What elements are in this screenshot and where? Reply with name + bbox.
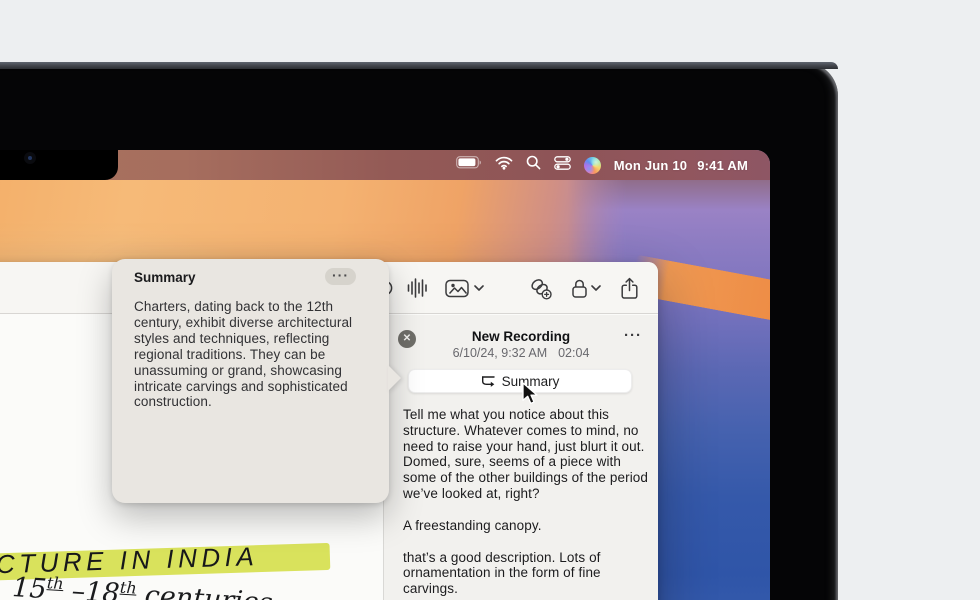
- lock-chevron-down-icon[interactable]: [591, 262, 601, 314]
- lock-button[interactable]: [571, 262, 588, 314]
- macbook-lid-edge: [0, 62, 838, 69]
- recording-title: New Recording: [384, 329, 658, 344]
- recording-panel: ✕ New Recording ··· 6/10/24, 9:32 AM 02:…: [384, 315, 658, 600]
- close-icon[interactable]: ✕: [398, 330, 416, 348]
- menubar-clock[interactable]: Mon Jun 10 9:41 AM: [614, 158, 748, 173]
- wifi-icon[interactable]: [495, 156, 513, 175]
- popover-arrow: [388, 365, 401, 391]
- recording-datetime: 6/10/24, 9:32 AM: [453, 346, 548, 360]
- collaborate-link-button[interactable]: [529, 262, 552, 314]
- transcript-paragraph: A freestanding canopy.: [403, 518, 653, 534]
- media-chevron-down-icon[interactable]: [474, 262, 484, 314]
- popover-more-button[interactable]: ···: [325, 268, 356, 285]
- facetime-camera: [24, 152, 36, 164]
- recording-duration: 02:04: [558, 346, 589, 360]
- display-notch: [0, 150, 118, 180]
- recording-more-button[interactable]: ···: [624, 327, 642, 344]
- menubar-time: 9:41 AM: [697, 158, 748, 173]
- insert-media-button[interactable]: [445, 262, 469, 314]
- siri-icon[interactable]: [584, 157, 601, 174]
- macbook-frame: Mon Jun 10 9:41 AM: [0, 62, 838, 600]
- battery-icon[interactable]: [456, 156, 482, 174]
- share-button[interactable]: [620, 262, 639, 314]
- popover-summary-text: Charters, dating back to the 12th centur…: [134, 299, 374, 410]
- transcript[interactable]: Tell me what you notice about this struc…: [403, 407, 653, 600]
- macbook-screen: Mon Jun 10 9:41 AM: [0, 150, 770, 600]
- marketing-canvas: Mon Jun 10 9:41 AM: [0, 0, 980, 600]
- control-center-icon[interactable]: [554, 156, 571, 175]
- menu-bar-status-items: Mon Jun 10 9:41 AM: [456, 150, 748, 180]
- summarize-icon: [481, 374, 496, 388]
- transcript-paragraph: that’s a good description. Lots of ornam…: [403, 550, 653, 597]
- popover-title: Summary: [134, 270, 196, 285]
- transcript-paragraph: Tell me what you notice about this struc…: [403, 407, 653, 502]
- audio-waveform-button[interactable]: [407, 262, 428, 314]
- menubar-date: Mon Jun 10: [614, 158, 688, 173]
- search-icon[interactable]: [526, 155, 541, 175]
- summary-button[interactable]: Summary: [408, 369, 632, 393]
- summary-popover: Summary ··· Charters, dating back to the…: [112, 259, 389, 503]
- recording-meta: 6/10/24, 9:32 AM 02:04: [384, 346, 658, 360]
- mouse-cursor: [522, 382, 538, 405]
